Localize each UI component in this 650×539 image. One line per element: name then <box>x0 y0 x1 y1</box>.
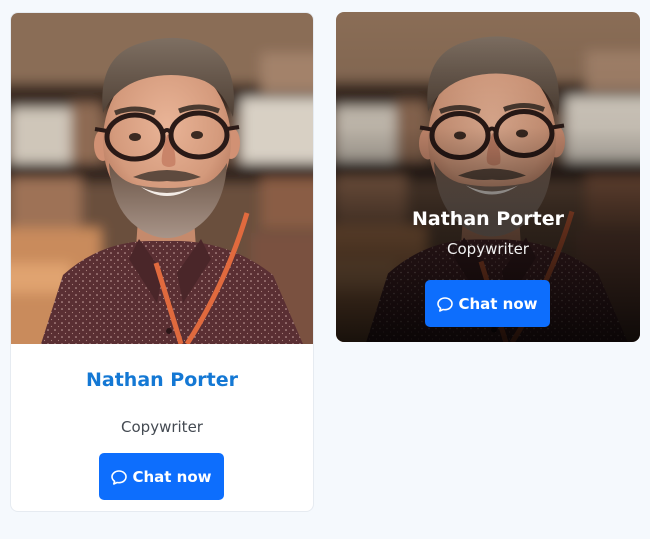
profile-role: Copywriter <box>447 240 529 258</box>
profile-name: Nathan Porter <box>86 369 238 391</box>
chat-now-button[interactable]: Chat now <box>99 453 224 500</box>
chat-bubble-icon <box>437 296 454 312</box>
chat-now-label: Chat now <box>458 294 538 313</box>
chat-now-button[interactable]: Chat now <box>425 280 550 327</box>
chat-bubble-icon <box>111 469 128 485</box>
profile-card-1: Nathan Porter Copywriter Chat now <box>10 12 314 512</box>
profile-photo <box>11 13 314 344</box>
profile-role: Copywriter <box>121 418 203 436</box>
profile-card-2: Nathan Porter Copywriter Chat now <box>336 12 640 342</box>
profile-name: Nathan Porter <box>412 208 564 230</box>
chat-now-label: Chat now <box>132 467 212 486</box>
